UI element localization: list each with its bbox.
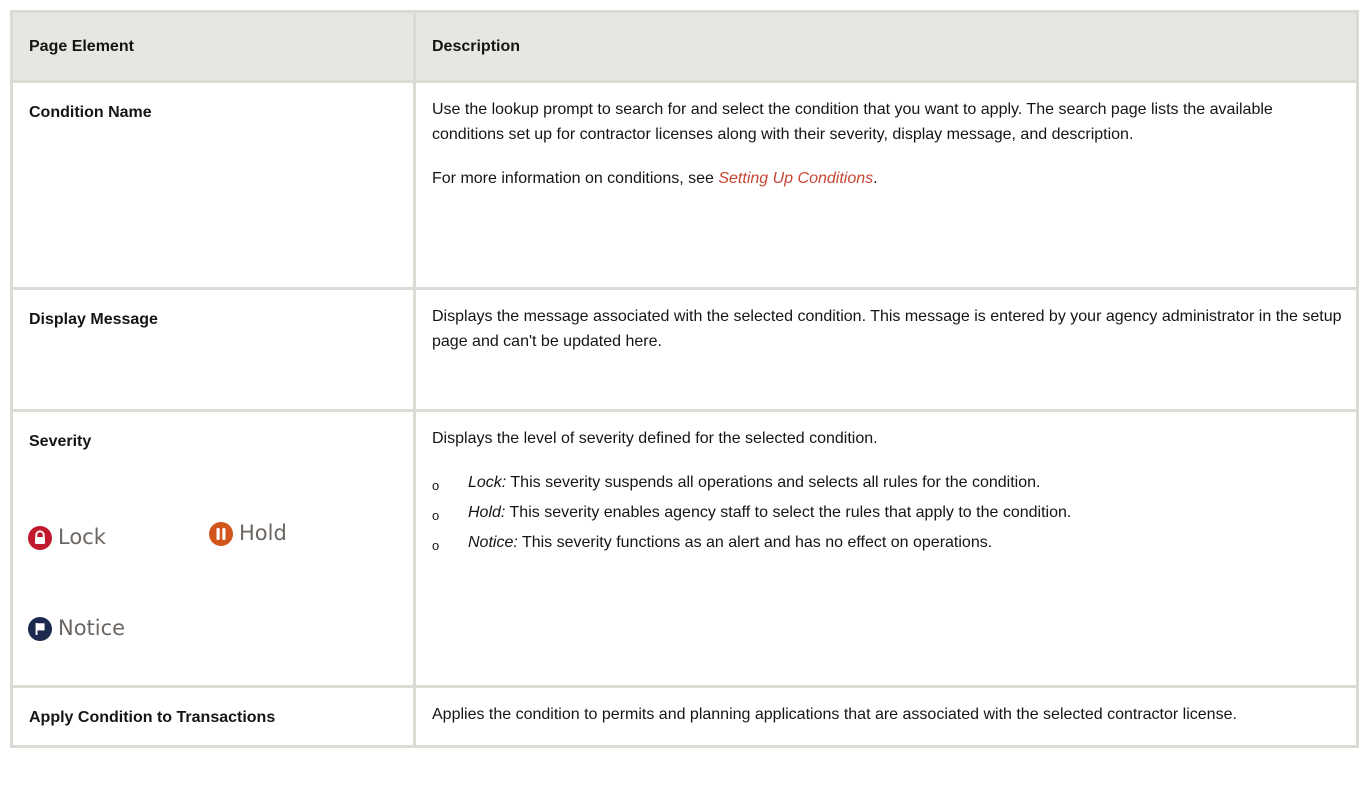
element-name: Severity [29,433,92,450]
description-text: Use the lookup prompt to search for and … [432,101,1273,143]
table-row: Severity Lock Hold Notice Displays the l… [10,409,1359,688]
pause-icon [209,521,233,546]
list-item: o Lock: This severity suspends all operat… [432,474,1041,493]
table-header-row: Page Element Description [10,10,1359,83]
severity-icon-legend: Lock Hold Notice [13,454,413,644]
header-description: Description [413,10,1359,83]
severity-lock: Lock [28,525,106,550]
header-page-element: Page Element [10,10,416,83]
description-text: Displays the message associated with the… [432,308,1342,350]
element-name: Condition Name [29,104,152,121]
description-text: Applies the condition to permits and pla… [432,706,1237,723]
element-cell: Severity Lock Hold Notice [10,409,416,688]
description-text: Displays the level of severity defined f… [432,430,878,447]
table-row: Display Message Displays the message ass… [10,287,1359,412]
more-info-text: For more information on conditions, see … [432,170,878,187]
description-cell: Displays the level of severity defined f… [413,409,1359,688]
list-item: o Notice: This severity functions as an a… [432,534,993,553]
flag-icon [28,616,52,641]
element-name: Display Message [29,311,158,328]
list-item: o Hold: This severity enables agency staf… [432,504,1072,523]
table-row: Condition Name Use the lookup prompt to … [10,80,1359,290]
severity-notice: Notice [28,616,125,641]
page-element-table: Page Element Description Condition Name … [10,10,1359,748]
setting-up-conditions-link[interactable]: Setting Up Conditions [718,170,873,187]
element-cell: Condition Name [10,80,416,290]
element-name: Apply Condition to Transactions [29,709,276,726]
severity-hold-label: Hold [239,521,287,545]
description-cell: Applies the condition to permits and pla… [413,685,1359,748]
element-cell: Apply Condition to Transactions [10,685,416,748]
description-cell: Displays the message associated with the… [413,287,1359,412]
element-cell: Display Message [10,287,416,412]
severity-hold: Hold [209,521,287,546]
severity-lock-label: Lock [58,525,106,549]
lock-icon [28,525,52,550]
description-cell: Use the lookup prompt to search for and … [413,80,1359,290]
table-row: Apply Condition to Transactions Applies … [10,685,1359,748]
severity-notice-label: Notice [58,616,126,640]
severity-level-list: o Lock: This severity suspends all operat… [432,470,1342,555]
